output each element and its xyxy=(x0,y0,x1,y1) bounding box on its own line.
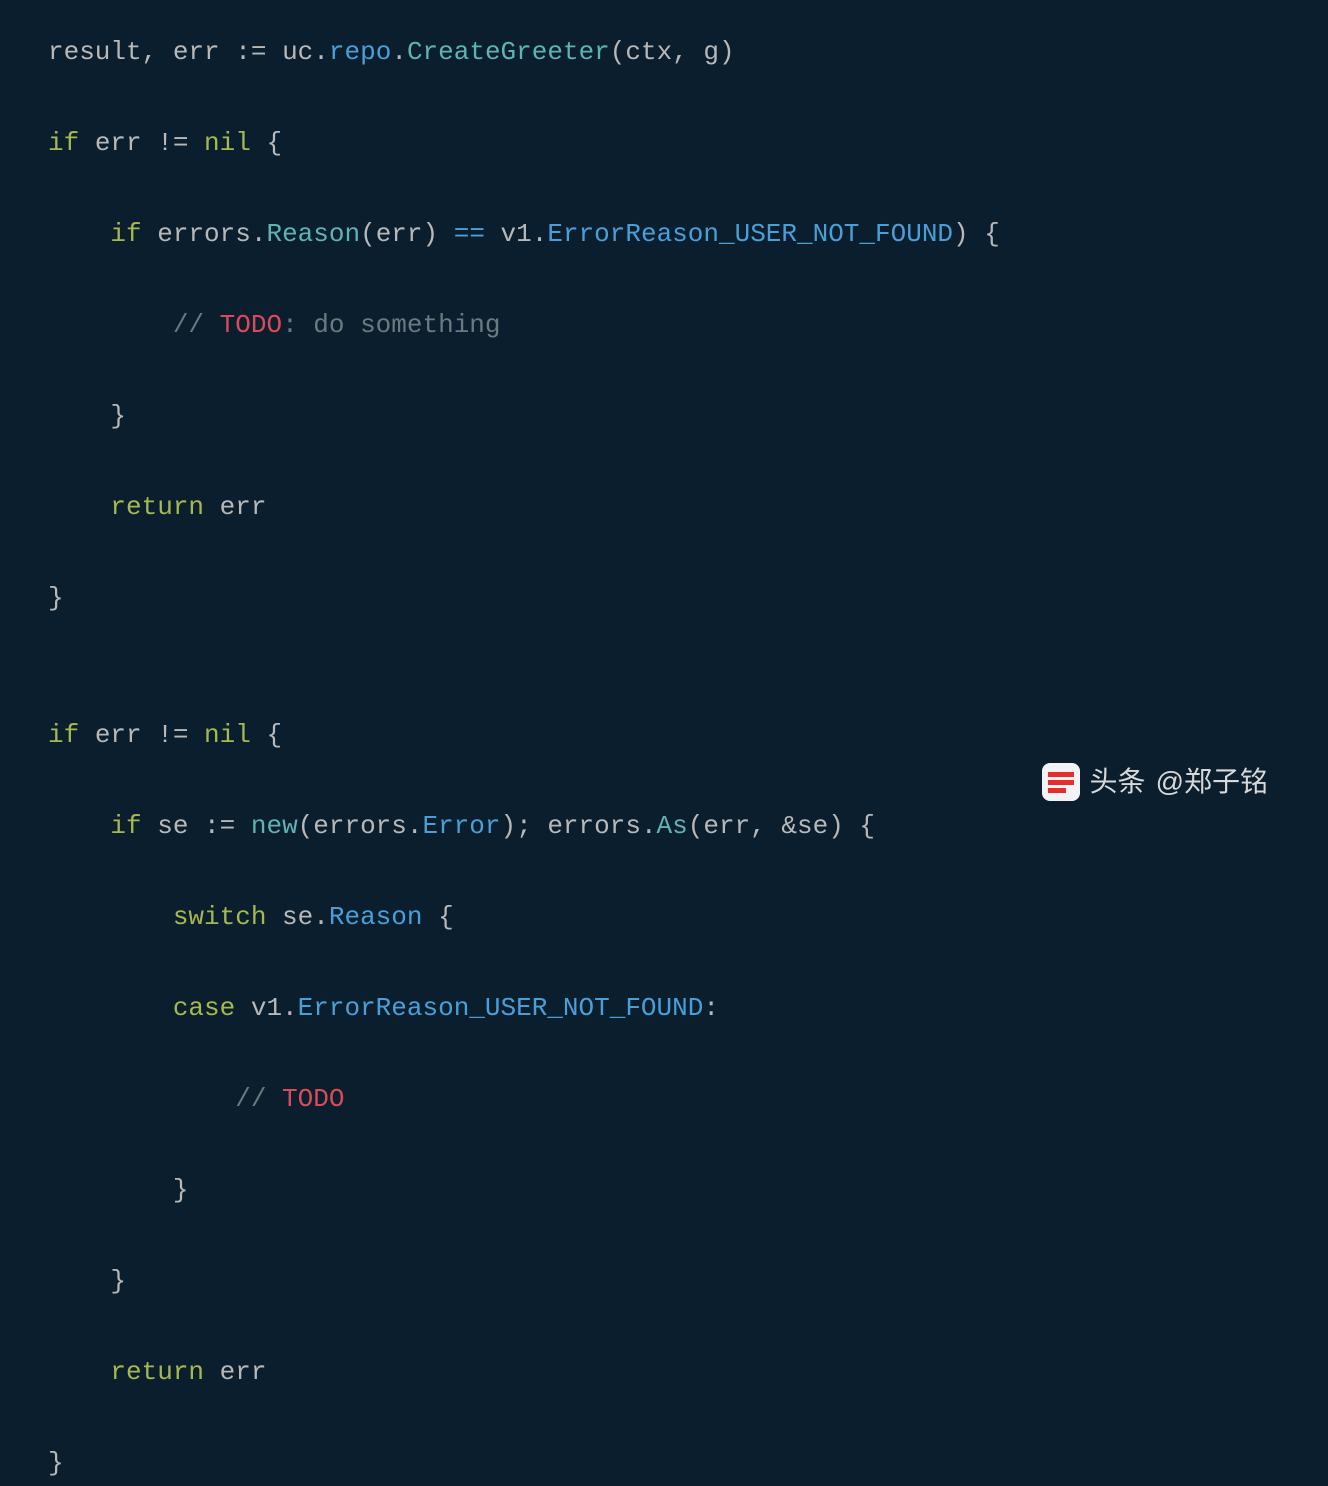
watermark-text-1: 头条 xyxy=(1090,757,1146,806)
code-line-11: switch se.Reason { xyxy=(48,895,1280,941)
code-line-10: if se := new(errors.Error); errors.As(er… xyxy=(48,804,1280,850)
code-line-14: } xyxy=(48,1168,1280,1214)
code-line-5: } xyxy=(48,394,1280,440)
code-line-17: } xyxy=(48,1441,1280,1486)
toutiao-icon xyxy=(1042,763,1080,801)
code-line-15: } xyxy=(48,1259,1280,1305)
watermark: 头条 @郑子铭 xyxy=(1042,757,1268,806)
code-line-16: return err xyxy=(48,1350,1280,1396)
code-line-13: // TODO xyxy=(48,1077,1280,1123)
code-line-2: if err != nil { xyxy=(48,121,1280,167)
code-line-12: case v1.ErrorReason_USER_NOT_FOUND: xyxy=(48,986,1280,1032)
code-line-3: if errors.Reason(err) == v1.ErrorReason_… xyxy=(48,212,1280,258)
code-line-6: return err xyxy=(48,485,1280,531)
code-line-4: // TODO: do something xyxy=(48,303,1280,349)
code-line-9: if err != nil { xyxy=(48,713,1280,759)
watermark-text-2: @郑子铭 xyxy=(1156,757,1268,806)
code-line-1: result, err := uc.repo.CreateGreeter(ctx… xyxy=(48,30,1280,76)
code-line-7: } xyxy=(48,576,1280,622)
